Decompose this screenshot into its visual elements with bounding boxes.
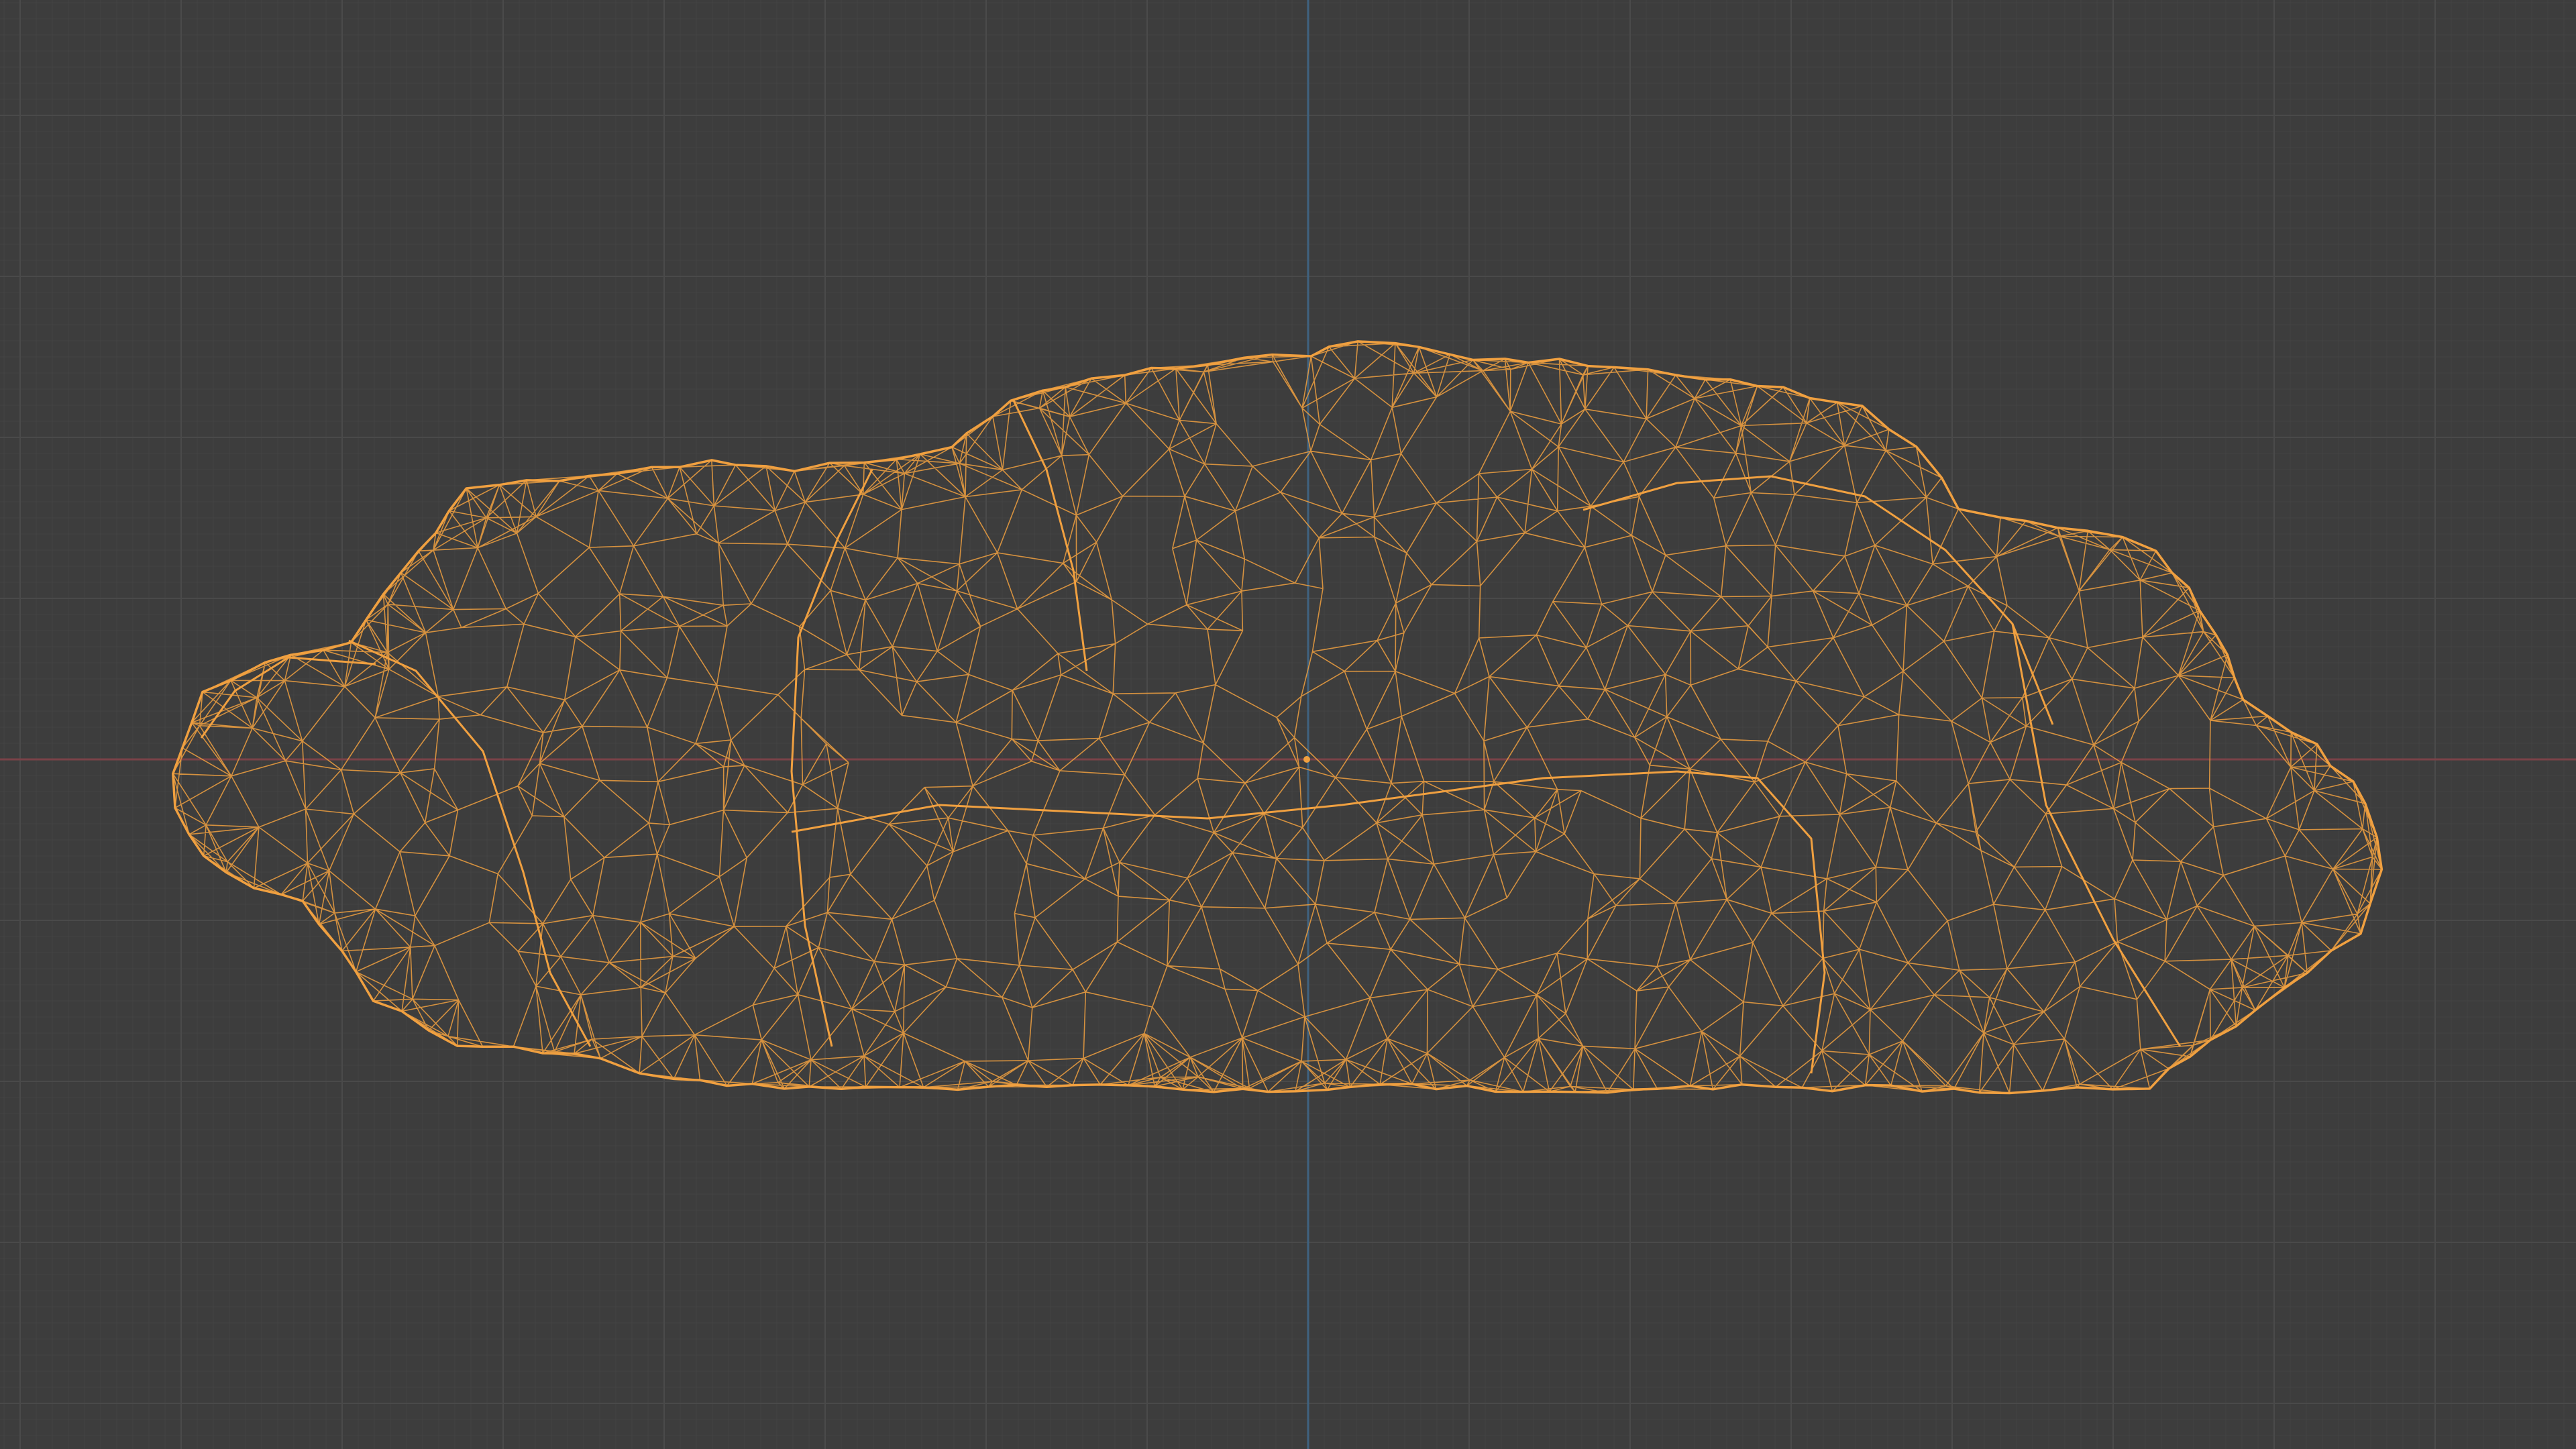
viewport-canvas[interactable] (0, 0, 2576, 1449)
3d-viewport[interactable] (0, 0, 2576, 1449)
viewport-background (0, 0, 2576, 1449)
object-origin-dot[interactable] (1303, 756, 1310, 763)
